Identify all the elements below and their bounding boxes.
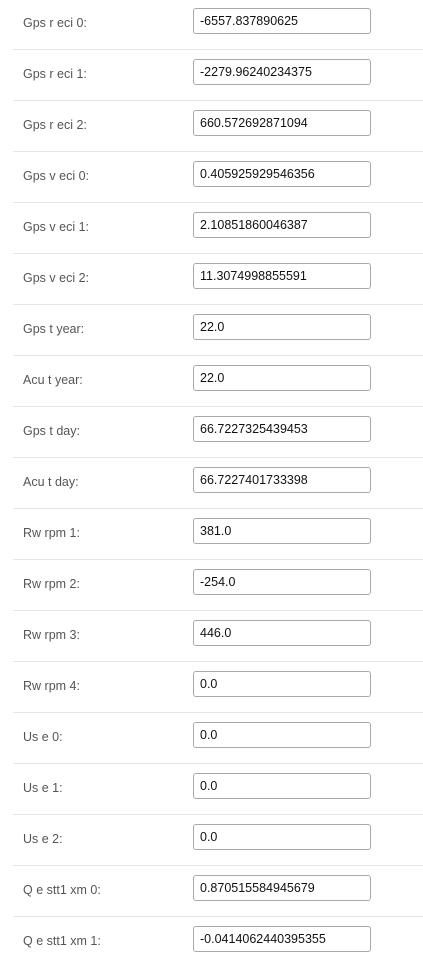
rw-rpm-3-input[interactable] bbox=[193, 620, 371, 646]
q-e-stt1-xm-1-input[interactable] bbox=[193, 926, 371, 952]
form-row-us-e-1: Us e 1: bbox=[13, 764, 423, 815]
us-e-2-input[interactable] bbox=[193, 824, 371, 850]
form-row-gps-v-eci-1: Gps v eci 1: bbox=[13, 203, 423, 254]
form-row-us-e-2: Us e 2: bbox=[13, 815, 423, 866]
form-row-q-e-stt1-xm-0: Q e stt1 xm 0: bbox=[13, 866, 423, 917]
form-row-gps-t-year: Gps t year: bbox=[13, 305, 423, 356]
gps-v-eci-2-input[interactable] bbox=[193, 263, 371, 289]
rw-rpm-1-input[interactable] bbox=[193, 518, 371, 544]
field-label: Rw rpm 4: bbox=[23, 679, 80, 693]
field-label: Us e 0: bbox=[23, 730, 63, 744]
q-e-stt1-xm-0-input[interactable] bbox=[193, 875, 371, 901]
us-e-0-input[interactable] bbox=[193, 722, 371, 748]
form-row-acu-t-day: Acu t day: bbox=[13, 458, 423, 509]
form-row-gps-r-eci-0: Gps r eci 0: bbox=[13, 0, 423, 50]
field-label: Gps t day: bbox=[23, 424, 80, 438]
form-row-us-e-0: Us e 0: bbox=[13, 713, 423, 764]
form-row-rw-rpm-3: Rw rpm 3: bbox=[13, 611, 423, 662]
field-label: Gps v eci 0: bbox=[23, 169, 89, 183]
field-label: Rw rpm 2: bbox=[23, 577, 80, 591]
form-row-q-e-stt1-xm-1: Q e stt1 xm 1: bbox=[13, 917, 423, 963]
field-label: Acu t year: bbox=[23, 373, 83, 387]
field-label: Gps v eci 1: bbox=[23, 220, 89, 234]
form-row-gps-r-eci-2: Gps r eci 2: bbox=[13, 101, 423, 152]
form-row-rw-rpm-1: Rw rpm 1: bbox=[13, 509, 423, 560]
gps-r-eci-2-input[interactable] bbox=[193, 110, 371, 136]
field-label: Gps t year: bbox=[23, 322, 85, 336]
rw-rpm-4-input[interactable] bbox=[193, 671, 371, 697]
gps-v-eci-1-input[interactable] bbox=[193, 212, 371, 238]
field-label: Acu t day: bbox=[23, 475, 79, 489]
gps-r-eci-0-input[interactable] bbox=[193, 8, 371, 34]
form-row-rw-rpm-2: Rw rpm 2: bbox=[13, 560, 423, 611]
form-row-gps-r-eci-1: Gps r eci 1: bbox=[13, 50, 423, 101]
us-e-1-input[interactable] bbox=[193, 773, 371, 799]
field-label: Rw rpm 3: bbox=[23, 628, 80, 642]
field-label: Us e 2: bbox=[23, 832, 63, 846]
form-row-rw-rpm-4: Rw rpm 4: bbox=[13, 662, 423, 713]
acu-t-day-input[interactable] bbox=[193, 467, 371, 493]
form-row-gps-v-eci-2: Gps v eci 2: bbox=[13, 254, 423, 305]
acu-t-year-input[interactable] bbox=[193, 365, 371, 391]
field-label: Q e stt1 xm 1: bbox=[23, 934, 101, 948]
field-label: Gps v eci 2: bbox=[23, 271, 89, 285]
field-label: Gps r eci 1: bbox=[23, 67, 87, 81]
field-label: Us e 1: bbox=[23, 781, 63, 795]
gps-v-eci-0-input[interactable] bbox=[193, 161, 371, 187]
form-row-acu-t-year: Acu t year: bbox=[13, 356, 423, 407]
field-label: Gps r eci 2: bbox=[23, 118, 87, 132]
field-label: Gps r eci 0: bbox=[23, 16, 87, 30]
form-row-gps-t-day: Gps t day: bbox=[13, 407, 423, 458]
telemetry-form: Gps r eci 0: Gps r eci 1: Gps r eci 2: G… bbox=[0, 0, 423, 963]
field-label: Q e stt1 xm 0: bbox=[23, 883, 101, 897]
gps-r-eci-1-input[interactable] bbox=[193, 59, 371, 85]
gps-t-day-input[interactable] bbox=[193, 416, 371, 442]
gps-t-year-input[interactable] bbox=[193, 314, 371, 340]
field-label: Rw rpm 1: bbox=[23, 526, 80, 540]
rw-rpm-2-input[interactable] bbox=[193, 569, 371, 595]
form-row-gps-v-eci-0: Gps v eci 0: bbox=[13, 152, 423, 203]
